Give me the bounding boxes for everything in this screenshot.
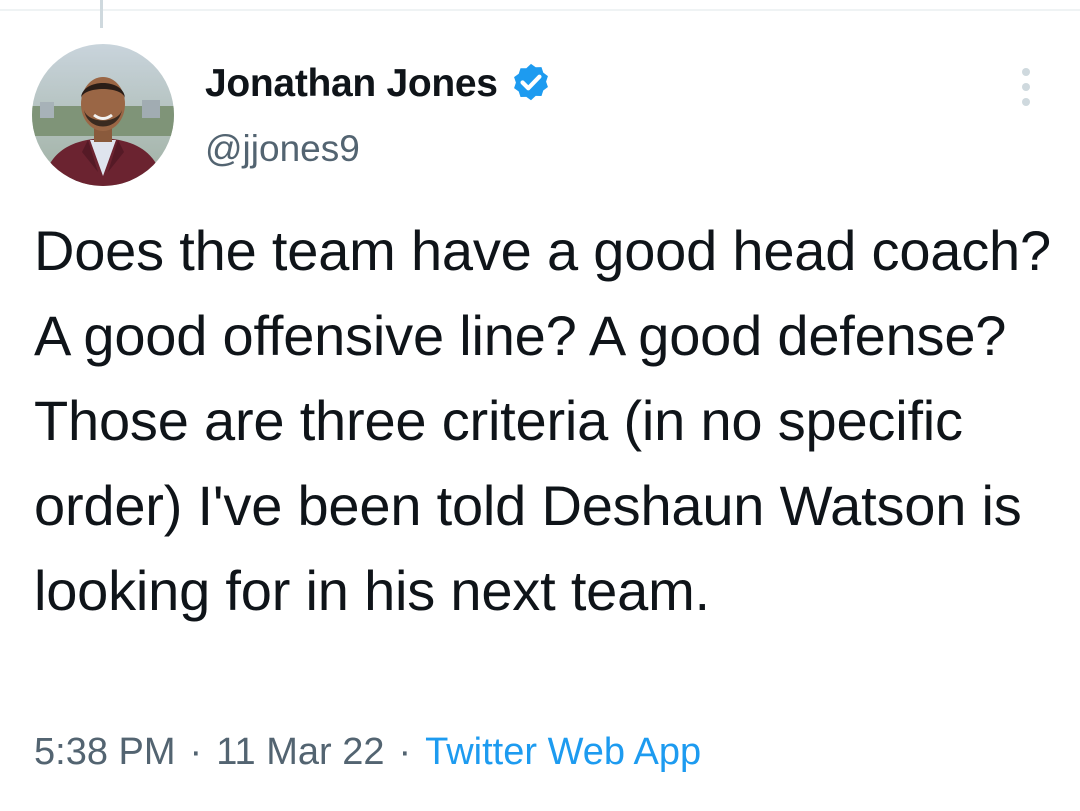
thread-connector-line <box>100 0 103 28</box>
author-display-name[interactable]: Jonathan Jones <box>205 62 498 106</box>
more-dot <box>1022 83 1030 91</box>
more-dot <box>1022 68 1030 76</box>
avatar-photo <box>32 44 174 186</box>
avatar[interactable] <box>32 44 174 186</box>
verified-badge-icon <box>513 63 548 101</box>
tweet-meta: 5:38 PM · 11 Mar 22 · Twitter Web App <box>34 726 701 778</box>
tweet-source-link[interactable]: Twitter Web App <box>425 731 701 774</box>
meta-separator: · <box>189 730 203 773</box>
more-dot <box>1022 98 1030 106</box>
tweet-text: Does the team have a good head coach? A … <box>34 219 1051 622</box>
tweet-date[interactable]: 11 Mar 22 <box>216 731 384 774</box>
author-name-row[interactable]: Jonathan Jones <box>205 58 554 110</box>
top-divider <box>0 9 1080 11</box>
author-handle[interactable]: @jjones9 <box>205 128 360 170</box>
meta-separator: · <box>398 730 412 773</box>
tweet-time[interactable]: 5:38 PM <box>34 731 176 774</box>
more-options-icon[interactable] <box>1010 64 1042 110</box>
